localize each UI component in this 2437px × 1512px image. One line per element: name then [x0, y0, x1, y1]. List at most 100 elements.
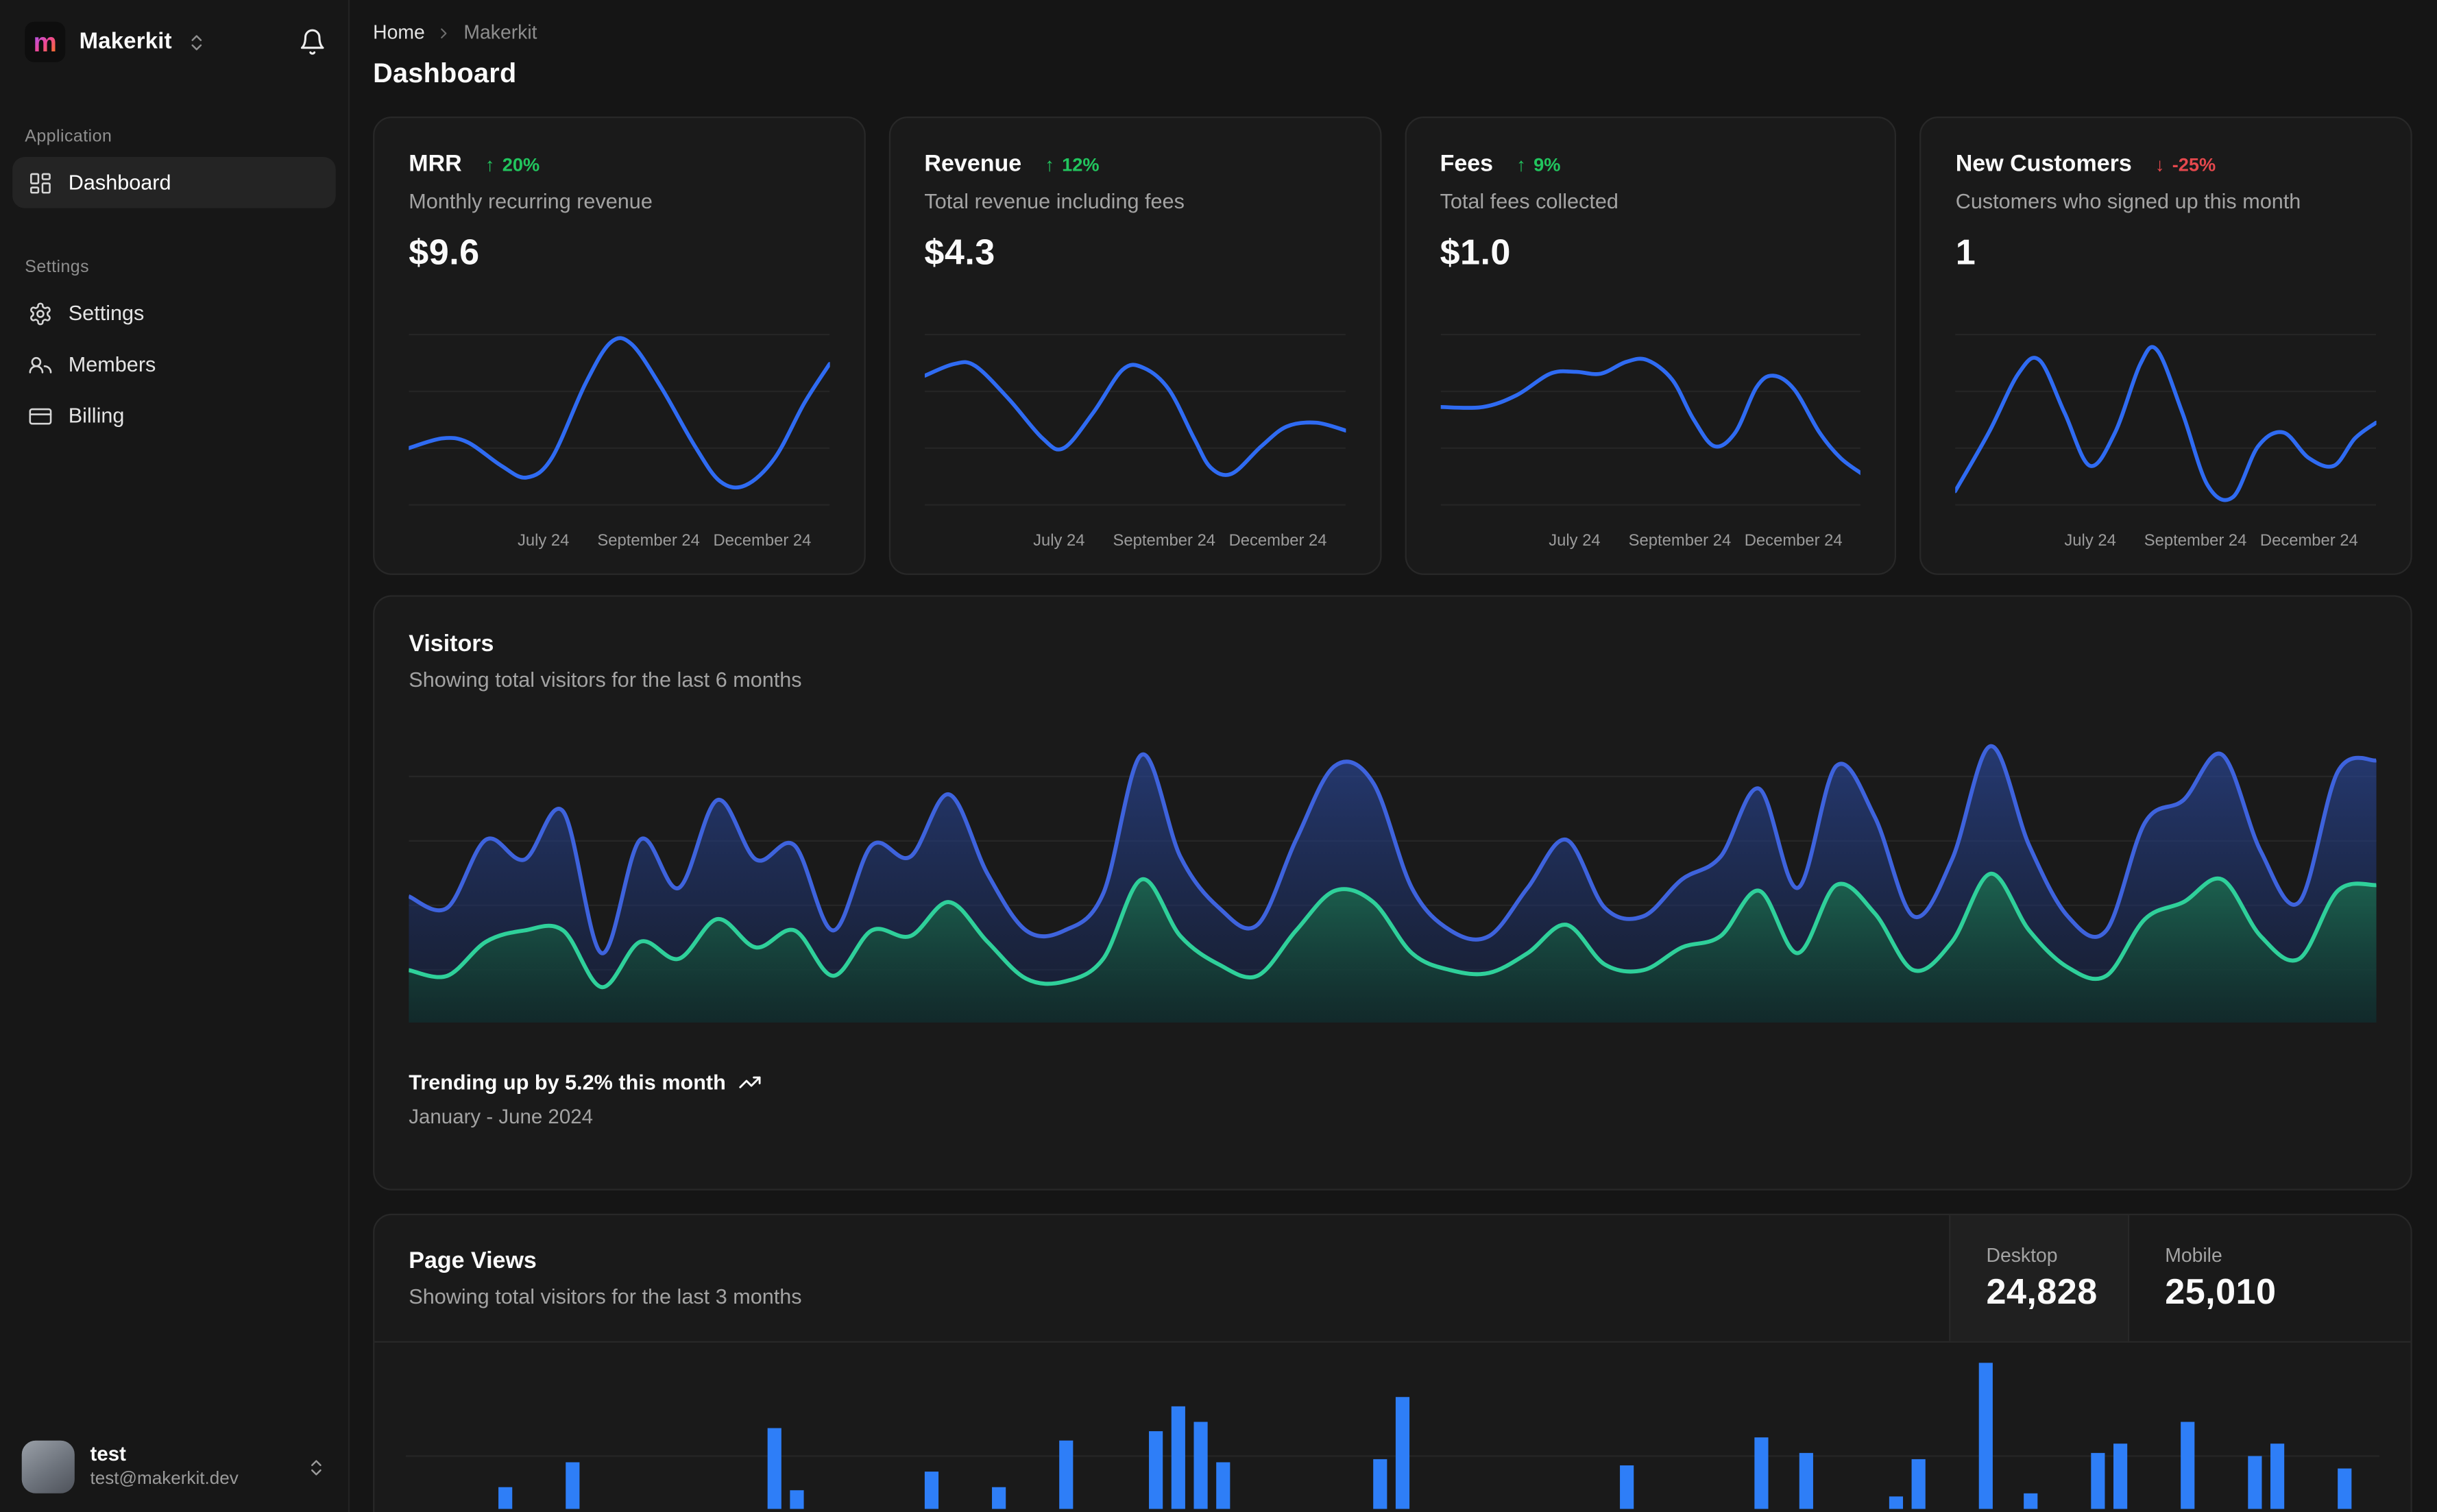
visitors-footer: Trending up by 5.2% this month January -…	[409, 1071, 2376, 1128]
stat-value: $4.3	[924, 231, 995, 272]
stat-description: Customers who signed up this month	[1955, 189, 2301, 213]
stat-title: New Customers	[1955, 150, 2132, 178]
sidebar: m Makerkit Application Dashboard Setting…	[0, 0, 350, 1512]
stat-value: $9.6	[409, 231, 480, 272]
sidebar-item-label: Billing	[68, 404, 125, 428]
trend-badge: ↑ 20%	[485, 153, 540, 175]
x-axis-labels: July 24 September 24 December 24	[1549, 531, 1843, 550]
gear-icon	[28, 301, 53, 326]
chevron-right-icon	[436, 24, 453, 41]
bar	[1059, 1440, 1074, 1509]
stat-description: Monthly recurring revenue	[409, 189, 653, 213]
sidebar-item-settings[interactable]: Settings	[12, 287, 336, 339]
bar	[1149, 1431, 1163, 1509]
bar	[1754, 1437, 1769, 1509]
breadcrumb-current: Makerkit	[463, 21, 537, 44]
visitors-subtitle: Showing total visitors for the last 6 mo…	[409, 668, 802, 692]
bar	[2113, 1443, 2128, 1509]
spark-line	[409, 338, 829, 487]
x-axis-labels: July 24 September 24 December 24	[2064, 531, 2358, 550]
sidebar-item-members[interactable]: Members	[12, 339, 336, 390]
breadcrumb: Home Makerkit	[373, 22, 2412, 44]
sidebar-item-label: Members	[68, 352, 156, 376]
new-customers-sparkline-chart	[1956, 325, 2377, 521]
bell-icon	[298, 28, 326, 56]
bar	[2338, 1468, 2352, 1509]
page-title: Dashboard	[373, 57, 517, 89]
spark-line	[1440, 358, 1861, 474]
avatar	[21, 1440, 75, 1493]
stat-card-fees: Fees ↑ 9% Total fees collected $1.0 July …	[1404, 117, 1897, 575]
arrow-up-icon: ↑	[1516, 153, 1526, 175]
page-views-bar-chart	[406, 1363, 2379, 1509]
stat-card-new-customers: New Customers ↓ -25% Customers who signed…	[1919, 117, 2412, 575]
x-axis-labels: July 24 September 24 December 24	[1033, 531, 1327, 550]
main-content: Home Makerkit Dashboard MRR ↑ 20% Monthly…	[350, 0, 2437, 1512]
arrow-down-icon: ↓	[2155, 153, 2165, 175]
bar	[1911, 1459, 1926, 1509]
bar	[1373, 1459, 1387, 1509]
visitors-trend-text: Trending up by 5.2% this month	[409, 1071, 726, 1095]
mrr-sparkline-chart	[409, 325, 829, 521]
sidebar-item-label: Settings	[68, 301, 145, 325]
bar	[1889, 1496, 1904, 1509]
bar	[2181, 1422, 2195, 1509]
user-menu[interactable]: test test@makerkit.dev	[0, 1422, 348, 1512]
bar	[1193, 1422, 1208, 1509]
app-root: m Makerkit Application Dashboard Setting…	[0, 0, 2437, 1512]
sidebar-section-settings: Settings	[25, 258, 90, 277]
page-views-title: Page Views	[409, 1247, 537, 1275]
team-switcher[interactable]: m Makerkit	[25, 21, 206, 62]
trend-badge: ↓ -25%	[2155, 153, 2216, 175]
visitors-area-chart	[409, 718, 2377, 1023]
stat-value: $1.0	[1440, 231, 1511, 272]
sidebar-item-billing[interactable]: Billing	[12, 390, 336, 441]
stats-grid: MRR ↑ 20% Monthly recurring revenue $9.6 …	[373, 117, 2412, 575]
arrow-up-icon: ↑	[1045, 153, 1054, 175]
sidebar-item-label: Dashboard	[68, 171, 171, 195]
bar	[790, 1490, 804, 1509]
bar	[767, 1428, 781, 1509]
stat-title: MRR	[409, 150, 462, 178]
bar	[924, 1472, 939, 1509]
tab-desktop[interactable]: Desktop 24,828	[1949, 1215, 2128, 1341]
notifications-button[interactable]	[298, 28, 326, 56]
trend-badge: ↑ 12%	[1045, 153, 1100, 175]
revenue-sparkline-chart	[924, 325, 1345, 521]
bar	[2270, 1443, 2285, 1509]
tab-value: 24,828	[1986, 1270, 2098, 1311]
stat-description: Total fees collected	[1440, 189, 1618, 213]
visitors-date-range: January - June 2024	[409, 1104, 594, 1129]
user-name: test	[90, 1442, 126, 1466]
bar	[2024, 1493, 2038, 1509]
spark-line	[1956, 347, 2377, 500]
tab-label: Mobile	[2165, 1243, 2222, 1266]
bar	[1395, 1397, 1410, 1509]
stat-card-revenue: Revenue ↑ 12% Total revenue including fee…	[888, 117, 1381, 575]
credit-card-icon	[28, 403, 53, 428]
visitors-card: Visitors Showing total visitors for the …	[373, 595, 2412, 1191]
trend-badge: ↑ 9%	[1516, 153, 1561, 175]
sidebar-section-application: Application	[25, 127, 112, 147]
tab-label: Desktop	[1986, 1243, 2058, 1266]
team-name: Makerkit	[79, 29, 172, 55]
bar	[1171, 1406, 1185, 1509]
page-views-chart-area	[374, 1343, 2410, 1509]
spark-line	[924, 362, 1345, 475]
sidebar-item-dashboard[interactable]: Dashboard	[12, 156, 336, 208]
tab-value: 25,010	[2165, 1270, 2277, 1311]
page-views-subtitle: Showing total visitors for the last 3 mo…	[409, 1284, 802, 1308]
makerkit-logo: m	[25, 21, 66, 62]
bar	[1799, 1452, 1813, 1509]
tab-mobile[interactable]: Mobile 25,010	[2127, 1215, 2411, 1341]
bar	[566, 1462, 580, 1509]
bar	[992, 1487, 1006, 1509]
trending-up-icon	[738, 1071, 762, 1094]
bar	[2091, 1452, 2105, 1509]
bar	[1216, 1462, 1230, 1509]
page-views-header: Page Views Showing total visitors for th…	[374, 1215, 2411, 1343]
arrow-up-icon: ↑	[485, 153, 495, 175]
visitors-title: Visitors	[409, 631, 494, 658]
stat-card-mrr: MRR ↑ 20% Monthly recurring revenue $9.6 …	[373, 117, 866, 575]
breadcrumb-home-link[interactable]: Home	[373, 22, 425, 44]
